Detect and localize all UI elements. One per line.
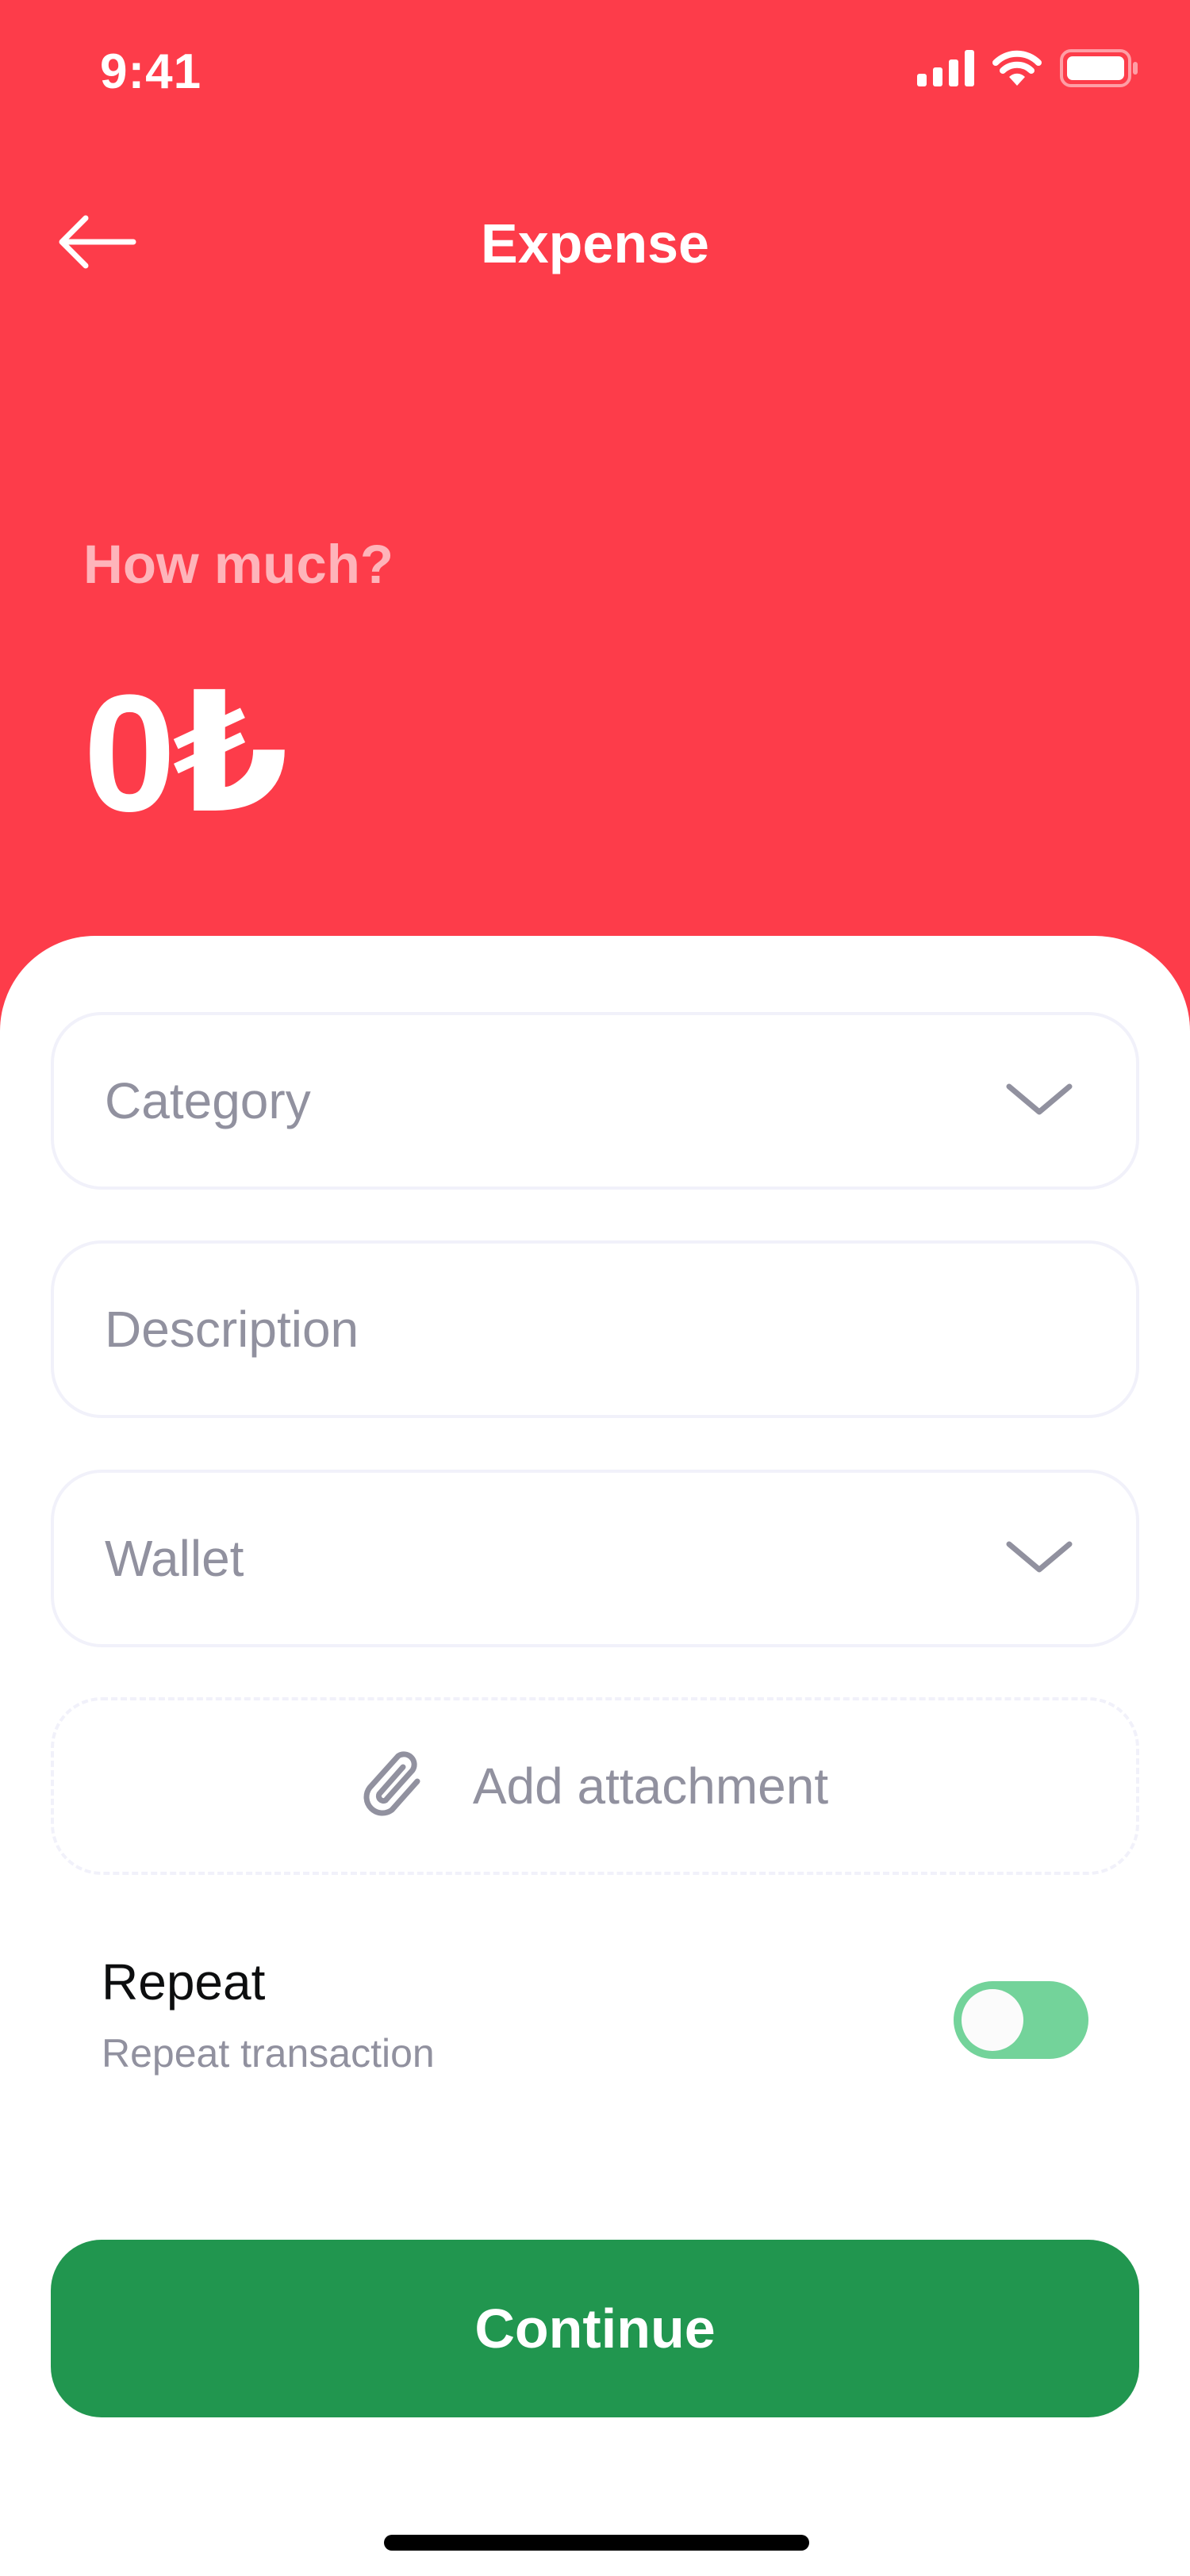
repeat-toggle[interactable] — [954, 1981, 1088, 2059]
cellular-signal-icon — [917, 50, 974, 90]
status-bar: 9:41 — [0, 0, 1190, 151]
wifi-icon — [992, 49, 1042, 91]
paperclip-icon — [362, 1746, 428, 1827]
wallet-select[interactable]: Wallet — [51, 1470, 1139, 1647]
chevron-down-icon — [1006, 1082, 1073, 1121]
category-placeholder: Category — [105, 1072, 311, 1129]
status-icons — [917, 49, 1139, 91]
battery-icon — [1060, 49, 1139, 91]
repeat-title: Repeat — [102, 1953, 266, 2011]
attachment-label: Add attachment — [472, 1758, 829, 1815]
toggle-knob — [962, 1989, 1023, 2051]
description-input[interactable]: Description — [51, 1240, 1139, 1418]
continue-button[interactable]: Continue — [51, 2240, 1139, 2417]
amount-value[interactable]: 0₺ — [83, 658, 289, 849]
repeat-subtitle: Repeat transaction — [102, 2031, 435, 2076]
page-title: Expense — [481, 213, 709, 274]
chevron-down-icon — [1006, 1539, 1073, 1578]
amount-label: How much? — [83, 534, 393, 595]
status-time: 9:41 — [100, 44, 202, 99]
wallet-placeholder: Wallet — [105, 1530, 244, 1587]
category-select[interactable]: Category — [51, 1012, 1139, 1190]
expense-screen: 9:41 Expense How much? 0₺ Category Descr… — [0, 0, 1190, 2576]
add-attachment-button[interactable]: Add attachment — [51, 1697, 1139, 1875]
description-placeholder: Description — [105, 1301, 359, 1358]
home-indicator — [384, 2535, 809, 2551]
